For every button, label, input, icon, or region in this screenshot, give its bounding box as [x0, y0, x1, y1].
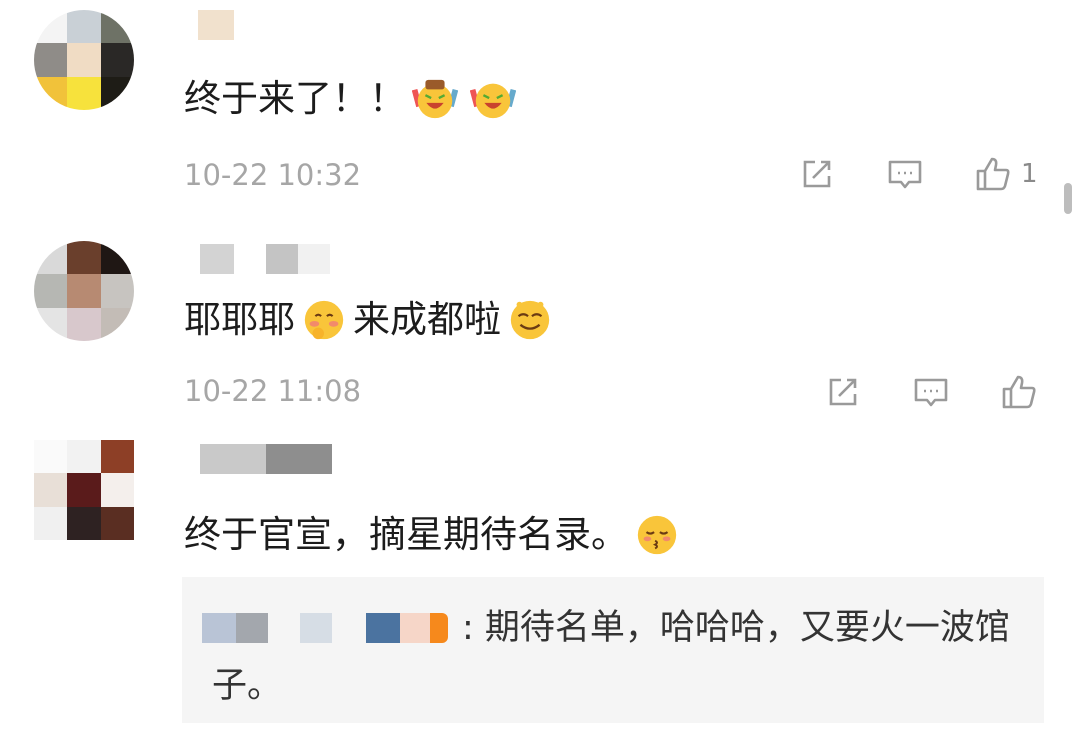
smile-emoji [510, 300, 550, 340]
comment-text-content: 终于来了！！ [184, 77, 406, 120]
shy-emoji [304, 300, 344, 340]
avatar[interactable] [34, 440, 134, 540]
comment-time: 10-22 10:32 [184, 158, 362, 192]
username[interactable] [200, 444, 332, 474]
comment-icon[interactable] [885, 154, 925, 194]
comment-actions [823, 372, 1039, 412]
share-icon[interactable] [823, 372, 863, 412]
username[interactable] [198, 10, 234, 40]
avatar[interactable] [34, 241, 134, 341]
avatar[interactable] [34, 10, 134, 110]
comment-text-part-2: 来成都啦 [353, 298, 501, 341]
comment-text-content: 终于官宣，摘星期待名录。 [184, 513, 628, 556]
scrollbar[interactable] [1064, 183, 1072, 214]
thumbs-up-icon[interactable] [973, 154, 1013, 194]
kiss-emoji [637, 515, 677, 555]
username[interactable] [200, 244, 330, 274]
cheering-emoji [470, 83, 516, 119]
comment-text-part-1: 耶耶耶 [184, 298, 295, 341]
cheering-emoji [412, 79, 458, 119]
share-icon[interactable] [797, 154, 837, 194]
reply-box[interactable]: : 期待名单，哈哈哈，又要火一波馆子。 [182, 577, 1044, 723]
comment-icon[interactable] [911, 372, 951, 412]
comment-time: 10-22 11:08 [184, 374, 362, 408]
comment-actions: 1 [797, 154, 1038, 194]
comment-text: 终于来了！！ [184, 76, 522, 122]
comment-text: 终于官宣，摘星期待名录。 [184, 512, 686, 558]
thumbs-up-icon[interactable] [999, 372, 1039, 412]
comment-text: 耶耶耶 来成都啦 [184, 297, 559, 343]
reply-text: : 期待名单，哈哈哈，又要火一波馆子。 [212, 608, 1010, 706]
like-count: 1 [1021, 159, 1038, 189]
